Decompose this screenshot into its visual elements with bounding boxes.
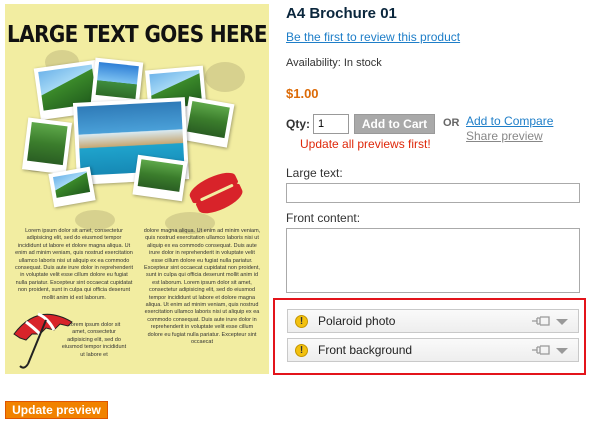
- ink-splat: [75, 210, 115, 230]
- front-content-label: Front content:: [286, 211, 361, 225]
- polaroid-photo: [48, 166, 96, 208]
- warning-icon: !: [295, 344, 308, 357]
- front-content-textarea[interactable]: [286, 228, 580, 293]
- product-title: A4 Brochure 01: [286, 5, 397, 22]
- chevron-down-icon[interactable]: [556, 348, 568, 354]
- qty-label: Qty:: [286, 117, 310, 131]
- update-preview-button[interactable]: Update preview: [5, 401, 108, 419]
- panel-label: Polaroid photo: [318, 314, 396, 328]
- pin-icon[interactable]: [531, 315, 551, 327]
- front-background-panel[interactable]: ! Front background: [287, 338, 579, 362]
- share-preview-link[interactable]: Share preview: [466, 129, 543, 143]
- polaroid-photo: [21, 117, 73, 175]
- add-to-compare-link[interactable]: Add to Compare: [466, 114, 553, 128]
- polaroid-photo: [132, 154, 188, 202]
- warning-icon: !: [295, 315, 308, 328]
- chevron-down-icon[interactable]: [556, 319, 568, 325]
- pin-icon[interactable]: [531, 344, 551, 356]
- panel-label: Front background: [318, 343, 413, 357]
- polaroid-photo-panel[interactable]: ! Polaroid photo: [287, 309, 579, 333]
- brochure-text-column-2: dolore magna aliqua. Ut enim ad minim ve…: [143, 228, 261, 346]
- price: $1.00: [286, 86, 319, 101]
- brochure-headline: LARGE TEXT GOES HERE: [7, 20, 268, 48]
- umbrella-icon: [13, 312, 73, 369]
- polaroid-photo: [181, 96, 235, 148]
- update-warning-message: Update all previews first!: [300, 137, 431, 151]
- or-separator: OR: [443, 117, 460, 129]
- large-text-label: Large text:: [286, 166, 343, 180]
- qty-input[interactable]: [313, 114, 349, 134]
- large-text-input[interactable]: [286, 183, 580, 203]
- ink-splat: [205, 62, 245, 92]
- brochure-preview: LARGE TEXT GOES HERE Lorem ipsum dolor s…: [5, 4, 269, 374]
- review-link[interactable]: Be the first to review this product: [286, 30, 460, 44]
- availability-status: Availability: In stock: [286, 57, 382, 69]
- add-to-cart-button[interactable]: Add to Cart: [354, 114, 435, 134]
